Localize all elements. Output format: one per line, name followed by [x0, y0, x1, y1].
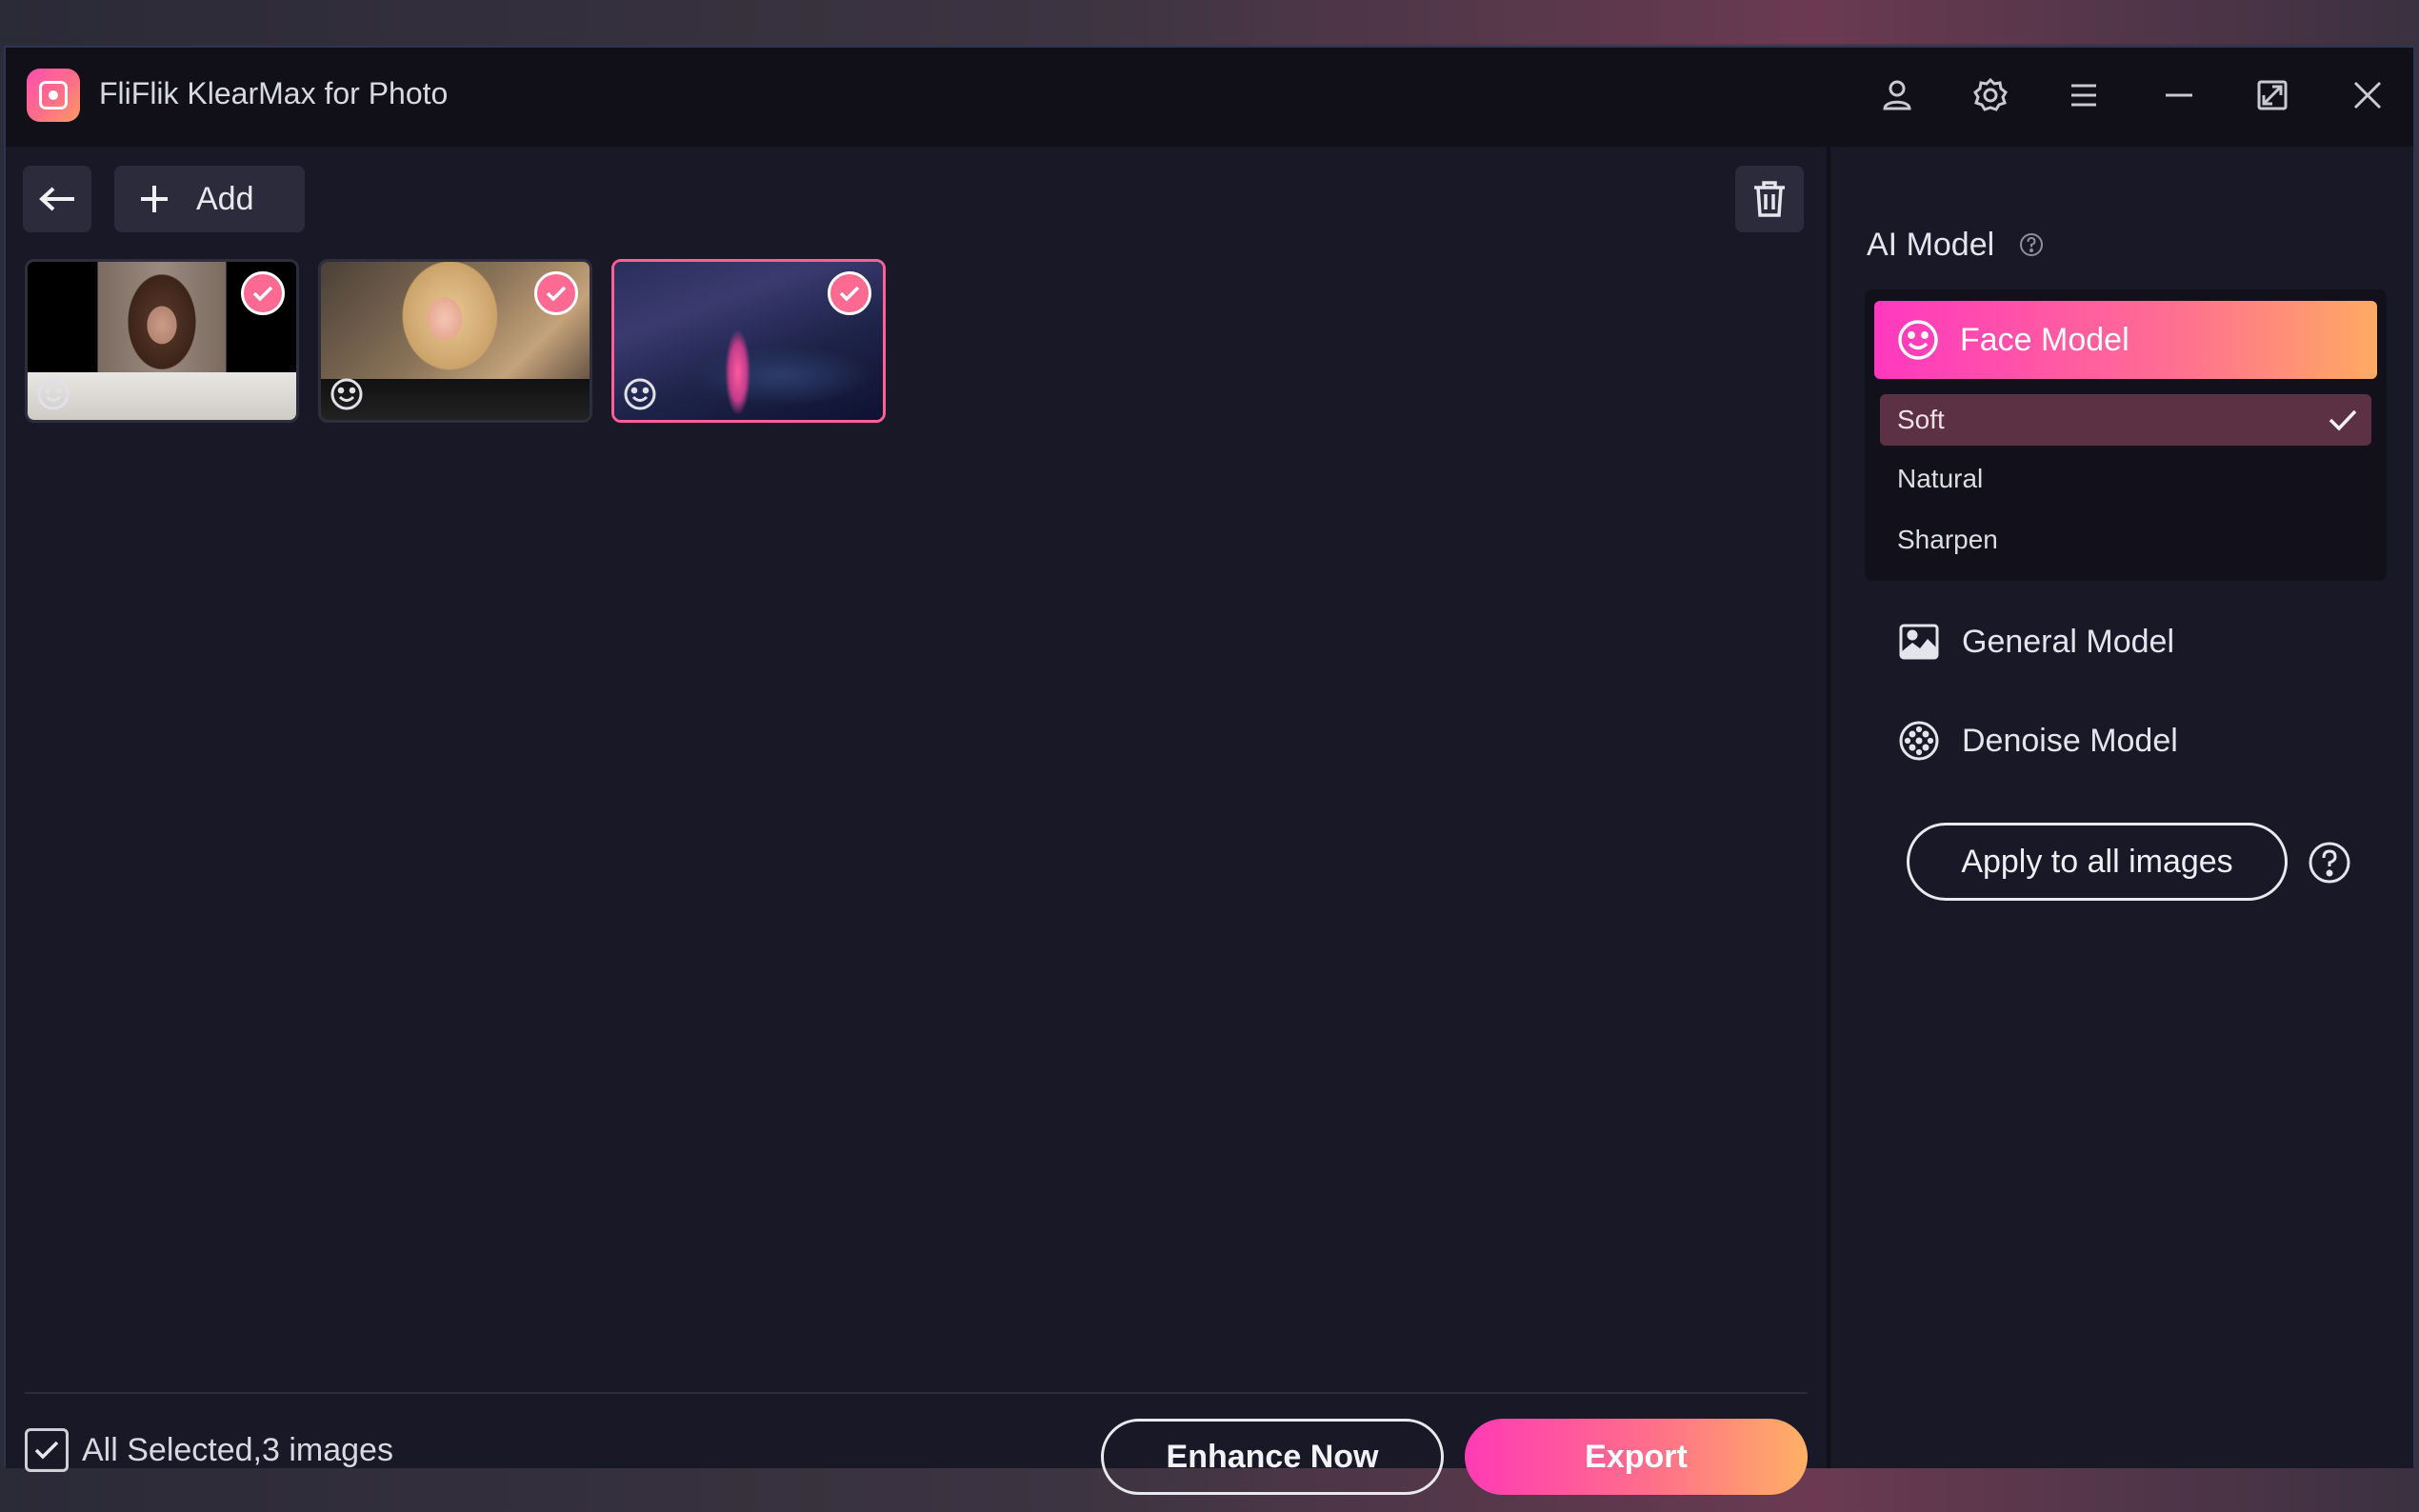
help-icon[interactable]	[2307, 840, 2352, 885]
face-option-sharpen[interactable]: Sharpen	[1880, 514, 2371, 566]
add-button-label: Add	[196, 180, 254, 217]
footer-divider	[25, 1392, 1808, 1394]
export-button[interactable]: Export	[1465, 1419, 1808, 1495]
help-icon[interactable]	[2017, 230, 2046, 259]
face-icon	[330, 378, 363, 410]
trash-icon	[1754, 181, 1785, 217]
face-model-label: Face Model	[1960, 321, 2129, 358]
face-icon	[37, 378, 70, 410]
denoise-model-label: Denoise Model	[1962, 722, 2178, 759]
app-window: FliFlik KlearMax for Photo Add All Selec…	[4, 46, 2415, 1495]
app-logo-icon	[27, 69, 80, 122]
check-icon	[34, 1441, 59, 1460]
add-button[interactable]: Add	[114, 166, 305, 232]
thumbnail-portrait-1[interactable]	[25, 259, 299, 423]
maximize-icon[interactable]	[2251, 74, 2293, 116]
face-option-natural[interactable]: Natural	[1880, 453, 2371, 505]
selection-status: All Selected,3 images	[82, 1432, 393, 1468]
enhance-now-button[interactable]: Enhance Now	[1101, 1419, 1444, 1495]
user-icon[interactable]	[1876, 74, 1918, 116]
apply-to-all-button[interactable]: Apply to all images	[1907, 823, 2288, 901]
thumbnail-portrait-2[interactable]	[318, 259, 592, 423]
image-icon	[1899, 624, 1939, 660]
general-model-label: General Model	[1962, 623, 2175, 660]
check-icon[interactable]	[828, 271, 871, 315]
back-arrow-icon	[39, 187, 74, 211]
back-button[interactable]	[23, 166, 91, 232]
general-model-option[interactable]: General Model	[1897, 613, 2174, 670]
select-all-checkbox[interactable]	[25, 1428, 69, 1472]
settings-icon[interactable]	[1969, 74, 2011, 116]
check-icon[interactable]	[534, 271, 578, 315]
app-title: FliFlik KlearMax for Photo	[99, 76, 449, 110]
plus-icon	[141, 186, 168, 212]
ai-model-sidebar: AI Model Face Model Soft Natural Sharpen…	[1830, 147, 2413, 1468]
main-workspace: Add All Selected,3 images Enhance Now Ex…	[6, 147, 1827, 1495]
face-option-soft[interactable]: Soft	[1880, 394, 2371, 446]
denoise-model-option[interactable]: Denoise Model	[1897, 712, 2178, 769]
ai-model-title: AI Model	[1867, 227, 1995, 263]
desktop-background-top	[0, 0, 2419, 44]
menu-icon[interactable]	[2063, 74, 2105, 116]
title-bar: FliFlik KlearMax for Photo	[6, 48, 2413, 147]
check-icon	[2329, 409, 2357, 431]
thumbnail-night-city[interactable]	[611, 259, 886, 423]
delete-button[interactable]	[1735, 166, 1804, 232]
face-model-panel: Face Model Soft Natural Sharpen	[1865, 289, 2387, 581]
face-icon	[624, 378, 656, 410]
close-icon[interactable]	[2347, 74, 2389, 116]
denoise-icon	[1899, 721, 1939, 761]
face-icon	[1898, 320, 1938, 360]
check-icon[interactable]	[241, 271, 285, 315]
face-model-button[interactable]: Face Model	[1874, 301, 2377, 379]
minimize-icon[interactable]	[2158, 74, 2200, 116]
